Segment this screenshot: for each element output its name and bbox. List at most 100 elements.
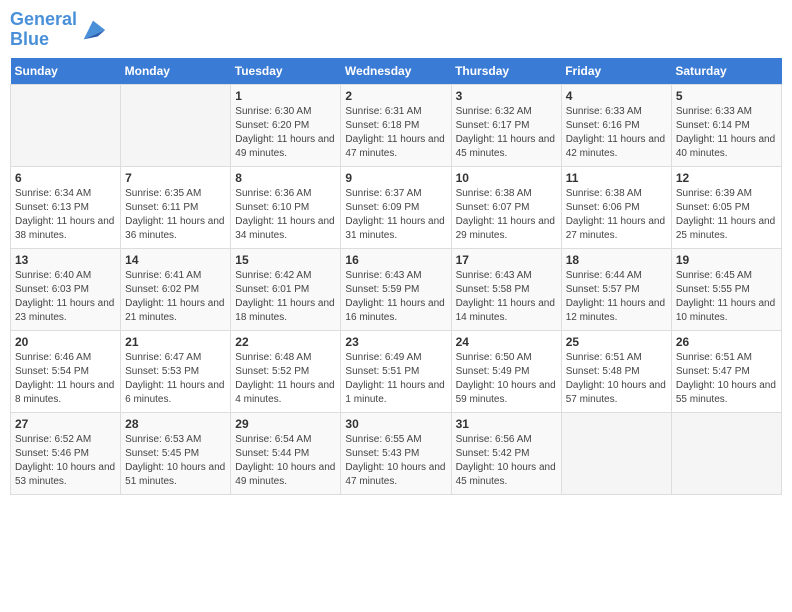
logo-icon [79, 16, 107, 44]
calendar-cell: 4Sunrise: 6:33 AM Sunset: 6:16 PM Daylig… [561, 84, 671, 166]
calendar-cell: 5 Sunrise: 6:33 AM Sunset: 6:14 PM Daylig… [671, 84, 781, 166]
calendar-week-row: 1Sunrise: 6:30 AM Sunset: 6:20 PM Daylig… [11, 84, 782, 166]
day-number: 23 [345, 335, 446, 349]
day-number: 22 [235, 335, 336, 349]
day-info: Sunrise: 6:33 AM Sunset: 6:14 PM Dayligh… [676, 105, 777, 161]
day-info: Sunrise: 6:47 AM Sunset: 5:53 PM Dayligh… [125, 351, 226, 407]
day-info: Sunrise: 6:52 AM Sunset: 5:46 PM Dayligh… [15, 433, 116, 489]
calendar-week-row: 20 Sunrise: 6:46 AM Sunset: 5:54 PM Dayli… [11, 330, 782, 412]
day-number: 24 [456, 335, 557, 349]
weekday-header: Monday [121, 58, 231, 85]
calendar-cell: 20 Sunrise: 6:46 AM Sunset: 5:54 PM Dayli… [11, 330, 121, 412]
day-info: Sunrise: 6:45 AM Sunset: 5:55 PM Dayligh… [676, 269, 777, 325]
day-number: 5 [676, 89, 777, 103]
day-info: Sunrise: 6:51 AM Sunset: 5:47 PM Dayligh… [676, 351, 777, 407]
day-number: 16 [345, 253, 446, 267]
day-number: 10 [456, 171, 557, 185]
calendar-cell: 19Sunrise: 6:45 AM Sunset: 5:55 PM Dayli… [671, 248, 781, 330]
calendar-cell: 10Sunrise: 6:38 AM Sunset: 6:07 PM Dayli… [451, 166, 561, 248]
calendar-cell: 24 Sunrise: 6:50 AM Sunset: 5:49 PM Dayli… [451, 330, 561, 412]
calendar-cell: 15 Sunrise: 6:42 AM Sunset: 6:01 PM Dayli… [231, 248, 341, 330]
calendar-cell: 18Sunrise: 6:44 AM Sunset: 5:57 PM Dayli… [561, 248, 671, 330]
day-number: 8 [235, 171, 336, 185]
day-info: Sunrise: 6:36 AM Sunset: 6:10 PM Dayligh… [235, 187, 336, 243]
day-info: Sunrise: 6:37 AM Sunset: 6:09 PM Dayligh… [345, 187, 446, 243]
calendar-cell: 17 Sunrise: 6:43 AM Sunset: 5:58 PM Dayli… [451, 248, 561, 330]
calendar-cell: 26Sunrise: 6:51 AM Sunset: 5:47 PM Dayli… [671, 330, 781, 412]
calendar-cell: 21 Sunrise: 6:47 AM Sunset: 5:53 PM Dayli… [121, 330, 231, 412]
calendar-week-row: 6 Sunrise: 6:34 AM Sunset: 6:13 PM Daylig… [11, 166, 782, 248]
calendar-cell: 6 Sunrise: 6:34 AM Sunset: 6:13 PM Daylig… [11, 166, 121, 248]
day-info: Sunrise: 6:43 AM Sunset: 5:59 PM Dayligh… [345, 269, 446, 325]
day-info: Sunrise: 6:56 AM Sunset: 5:42 PM Dayligh… [456, 433, 557, 489]
calendar-body: 1Sunrise: 6:30 AM Sunset: 6:20 PM Daylig… [11, 84, 782, 494]
day-number: 17 [456, 253, 557, 267]
calendar-cell: 11 Sunrise: 6:38 AM Sunset: 6:06 PM Dayli… [561, 166, 671, 248]
weekday-header: Tuesday [231, 58, 341, 85]
day-number: 6 [15, 171, 116, 185]
day-number: 28 [125, 417, 226, 431]
day-info: Sunrise: 6:44 AM Sunset: 5:57 PM Dayligh… [566, 269, 667, 325]
calendar-cell [671, 412, 781, 494]
calendar-cell: 28 Sunrise: 6:53 AM Sunset: 5:45 PM Dayli… [121, 412, 231, 494]
calendar-cell: 30 Sunrise: 6:55 AM Sunset: 5:43 PM Dayli… [341, 412, 451, 494]
calendar-cell: 29 Sunrise: 6:54 AM Sunset: 5:44 PM Dayli… [231, 412, 341, 494]
day-info: Sunrise: 6:31 AM Sunset: 6:18 PM Dayligh… [345, 105, 446, 161]
calendar-cell: 31 Sunrise: 6:56 AM Sunset: 5:42 PM Dayli… [451, 412, 561, 494]
calendar-week-row: 13 Sunrise: 6:40 AM Sunset: 6:03 PM Dayli… [11, 248, 782, 330]
calendar-header: SundayMondayTuesdayWednesdayThursdayFrid… [11, 58, 782, 85]
day-number: 9 [345, 171, 446, 185]
day-number: 7 [125, 171, 226, 185]
day-number: 29 [235, 417, 336, 431]
calendar-cell: 23Sunrise: 6:49 AM Sunset: 5:51 PM Dayli… [341, 330, 451, 412]
day-number: 15 [235, 253, 336, 267]
day-info: Sunrise: 6:42 AM Sunset: 6:01 PM Dayligh… [235, 269, 336, 325]
calendar-cell: 12Sunrise: 6:39 AM Sunset: 6:05 PM Dayli… [671, 166, 781, 248]
calendar-cell: 14 Sunrise: 6:41 AM Sunset: 6:02 PM Dayli… [121, 248, 231, 330]
weekday-header: Thursday [451, 58, 561, 85]
day-info: Sunrise: 6:40 AM Sunset: 6:03 PM Dayligh… [15, 269, 116, 325]
day-info: Sunrise: 6:32 AM Sunset: 6:17 PM Dayligh… [456, 105, 557, 161]
day-info: Sunrise: 6:48 AM Sunset: 5:52 PM Dayligh… [235, 351, 336, 407]
day-info: Sunrise: 6:39 AM Sunset: 6:05 PM Dayligh… [676, 187, 777, 243]
calendar-cell: 9 Sunrise: 6:37 AM Sunset: 6:09 PM Daylig… [341, 166, 451, 248]
day-number: 21 [125, 335, 226, 349]
day-info: Sunrise: 6:50 AM Sunset: 5:49 PM Dayligh… [456, 351, 557, 407]
calendar-cell [11, 84, 121, 166]
day-number: 2 [345, 89, 446, 103]
day-info: Sunrise: 6:43 AM Sunset: 5:58 PM Dayligh… [456, 269, 557, 325]
calendar-cell: 25Sunrise: 6:51 AM Sunset: 5:48 PM Dayli… [561, 330, 671, 412]
day-number: 20 [15, 335, 116, 349]
day-number: 30 [345, 417, 446, 431]
calendar-cell: 1Sunrise: 6:30 AM Sunset: 6:20 PM Daylig… [231, 84, 341, 166]
calendar-cell: 2 Sunrise: 6:31 AM Sunset: 6:18 PM Daylig… [341, 84, 451, 166]
calendar-cell: 16 Sunrise: 6:43 AM Sunset: 5:59 PM Dayli… [341, 248, 451, 330]
day-info: Sunrise: 6:53 AM Sunset: 5:45 PM Dayligh… [125, 433, 226, 489]
day-number: 11 [566, 171, 667, 185]
day-number: 3 [456, 89, 557, 103]
day-info: Sunrise: 6:54 AM Sunset: 5:44 PM Dayligh… [235, 433, 336, 489]
calendar-week-row: 27 Sunrise: 6:52 AM Sunset: 5:46 PM Dayli… [11, 412, 782, 494]
day-info: Sunrise: 6:33 AM Sunset: 6:16 PM Dayligh… [566, 105, 667, 161]
calendar-cell: 3 Sunrise: 6:32 AM Sunset: 6:17 PM Daylig… [451, 84, 561, 166]
weekday-header: Wednesday [341, 58, 451, 85]
calendar-cell [561, 412, 671, 494]
day-info: Sunrise: 6:55 AM Sunset: 5:43 PM Dayligh… [345, 433, 446, 489]
day-info: Sunrise: 6:38 AM Sunset: 6:06 PM Dayligh… [566, 187, 667, 243]
weekday-header: Saturday [671, 58, 781, 85]
day-info: Sunrise: 6:34 AM Sunset: 6:13 PM Dayligh… [15, 187, 116, 243]
calendar-cell: 27 Sunrise: 6:52 AM Sunset: 5:46 PM Dayli… [11, 412, 121, 494]
day-number: 13 [15, 253, 116, 267]
calendar-cell [121, 84, 231, 166]
day-info: Sunrise: 6:35 AM Sunset: 6:11 PM Dayligh… [125, 187, 226, 243]
calendar-cell: 8 Sunrise: 6:36 AM Sunset: 6:10 PM Daylig… [231, 166, 341, 248]
day-number: 31 [456, 417, 557, 431]
weekday-header: Sunday [11, 58, 121, 85]
calendar-cell: 7 Sunrise: 6:35 AM Sunset: 6:11 PM Daylig… [121, 166, 231, 248]
day-number: 14 [125, 253, 226, 267]
day-info: Sunrise: 6:41 AM Sunset: 6:02 PM Dayligh… [125, 269, 226, 325]
day-info: Sunrise: 6:51 AM Sunset: 5:48 PM Dayligh… [566, 351, 667, 407]
logo: General Blue [10, 10, 107, 50]
day-number: 27 [15, 417, 116, 431]
day-info: Sunrise: 6:46 AM Sunset: 5:54 PM Dayligh… [15, 351, 116, 407]
